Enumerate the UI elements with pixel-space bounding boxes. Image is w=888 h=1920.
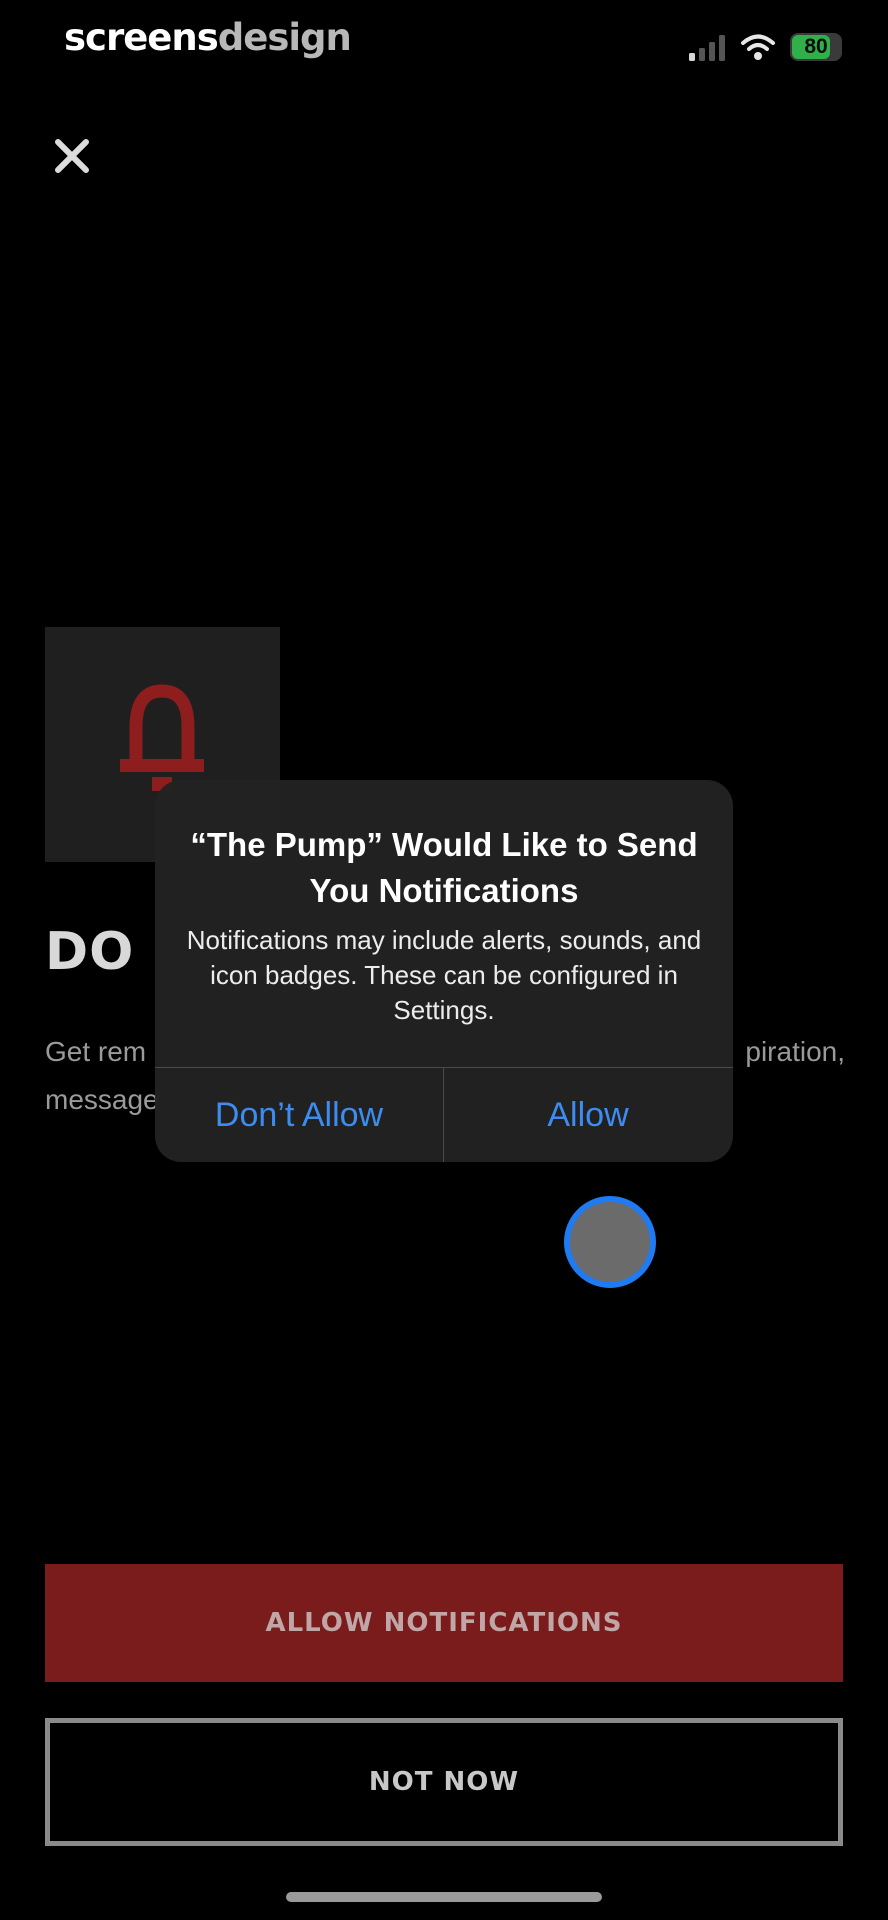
body-left-line2: message [45, 1084, 159, 1115]
battery-icon: 80 [790, 33, 842, 61]
body-left-line1: Get rem [45, 1036, 147, 1067]
home-indicator[interactable] [286, 1892, 602, 1902]
status-icons: 80 [688, 32, 842, 62]
alert-message: Notifications may include alerts, sounds… [186, 925, 702, 1025]
headline: DO [45, 922, 135, 982]
alert-title: “The Pump” Would Like to Send You Notifi… [190, 826, 698, 909]
allow-button[interactable]: Allow [444, 1068, 732, 1162]
dont-allow-button[interactable]: Don’t Allow [155, 1068, 443, 1162]
body-right-line1: piration, [745, 1036, 845, 1067]
not-now-button[interactable]: NOT NOW [45, 1718, 843, 1846]
cellular-signal-icon [689, 35, 725, 61]
close-button[interactable] [50, 134, 94, 178]
allow-notifications-button[interactable]: ALLOW NOTIFICATIONS [45, 1564, 843, 1682]
watermark-part1: screens [64, 16, 219, 59]
notification-permission-alert: “The Pump” Would Like to Send You Notifi… [155, 780, 733, 1162]
close-icon [55, 139, 89, 173]
screensdesign-watermark: screensdesign [64, 16, 352, 59]
wifi-icon [741, 34, 775, 60]
watermark-part2: design [217, 16, 352, 59]
touch-indicator [564, 1196, 656, 1288]
battery-percent: 80 [804, 35, 828, 58]
